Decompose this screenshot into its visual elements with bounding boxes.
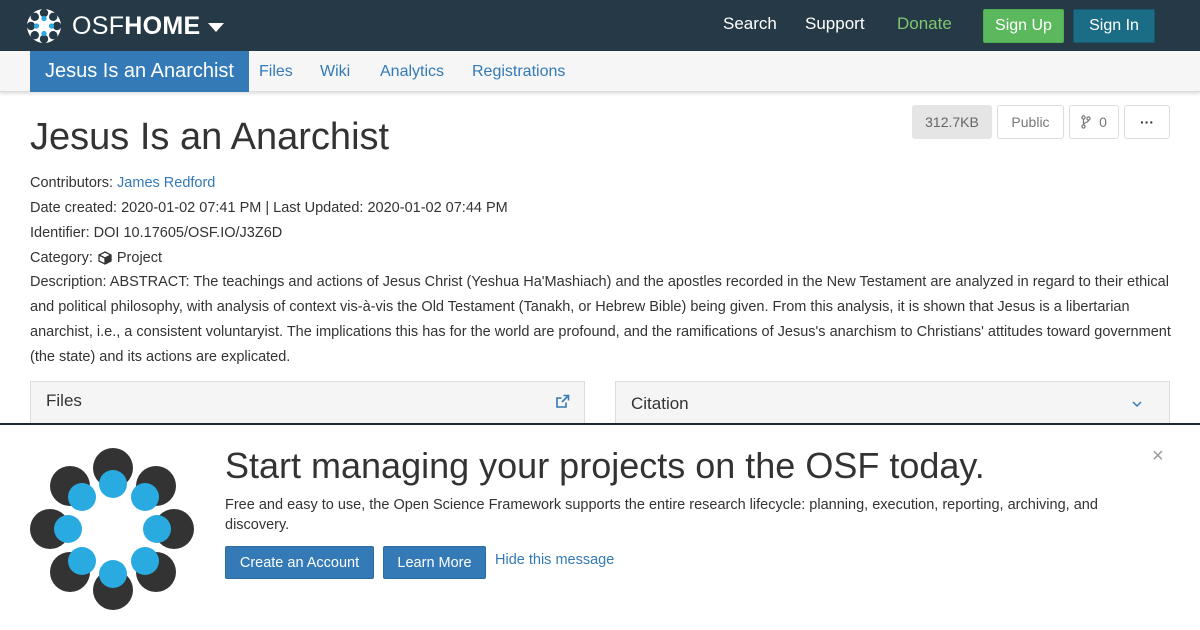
osf-logo-icon [26, 8, 62, 44]
contributors-line: Contributors: James Redford [30, 175, 215, 191]
sign-up-button[interactable]: Sign Up [983, 9, 1064, 43]
banner-text: Free and easy to use, the Open Science F… [225, 497, 1098, 533]
create-account-button[interactable]: Create an Account [225, 546, 374, 579]
cube-icon [98, 251, 112, 265]
nav-support-link[interactable]: Support [805, 14, 865, 34]
sign-in-button[interactable]: Sign In [1073, 9, 1155, 43]
top-navbar: OSFHOME Search Support Donate Sign Up Si… [0, 0, 1200, 51]
tab-registrations[interactable]: Registrations [472, 63, 565, 81]
files-panel: Files [30, 381, 585, 425]
visibility-badge: Public [997, 105, 1064, 139]
page-title: Jesus Is an Anarchist [30, 116, 390, 158]
nav-search-link[interactable]: Search [723, 14, 777, 34]
tab-wiki[interactable]: Wiki [320, 63, 350, 81]
banner-heading: Start managing your projects on the OSF … [225, 445, 985, 486]
tab-files[interactable]: Files [259, 63, 293, 81]
project-nav-title[interactable]: Jesus Is an Anarchist [30, 51, 249, 92]
project-size-badge: 312.7KB [912, 105, 992, 139]
fork-button[interactable]: 0 [1069, 105, 1119, 139]
signup-banner: Start managing your projects on the OSF … [0, 423, 1200, 630]
learn-more-button[interactable]: Learn More [383, 546, 486, 579]
contributor-link[interactable]: James Redford [117, 175, 215, 191]
files-panel-title: Files [46, 391, 82, 410]
brand-name: OSFHOME [72, 11, 201, 40]
hide-message-link[interactable]: Hide this message [495, 552, 614, 568]
tab-analytics[interactable]: Analytics [380, 63, 444, 81]
contributors-label: Contributors: [30, 175, 114, 191]
project-subnav: Jesus Is an Anarchist Files Wiki Analyti… [0, 51, 1200, 92]
chevron-down-icon[interactable] [207, 22, 224, 32]
nav-donate-link[interactable]: Donate [897, 14, 952, 34]
chevron-down-icon[interactable] [1131, 400, 1143, 408]
osf-logo-icon [30, 448, 194, 610]
close-icon[interactable]: × [1152, 445, 1164, 468]
identifier-line: Identifier: DOI 10.17605/OSF.IO/J3Z6D [30, 225, 283, 241]
citation-panel[interactable]: Citation [615, 381, 1170, 425]
external-link-icon[interactable] [555, 394, 570, 409]
dates-line: Date created: 2020-01-02 07:41 PM | Last… [30, 200, 508, 216]
more-options-button[interactable]: ··· [1124, 105, 1170, 139]
category-line: Category: Project [30, 250, 162, 266]
fork-count: 0 [1099, 114, 1107, 130]
fork-icon [1081, 115, 1091, 129]
category-value: Project [116, 250, 163, 266]
project-description: Description: ABSTRACT: The teachings and… [30, 274, 1171, 365]
category-label: Category: [30, 250, 93, 266]
citation-panel-title: Citation [631, 394, 689, 413]
osf-home-brand[interactable]: OSFHOME [26, 8, 224, 44]
